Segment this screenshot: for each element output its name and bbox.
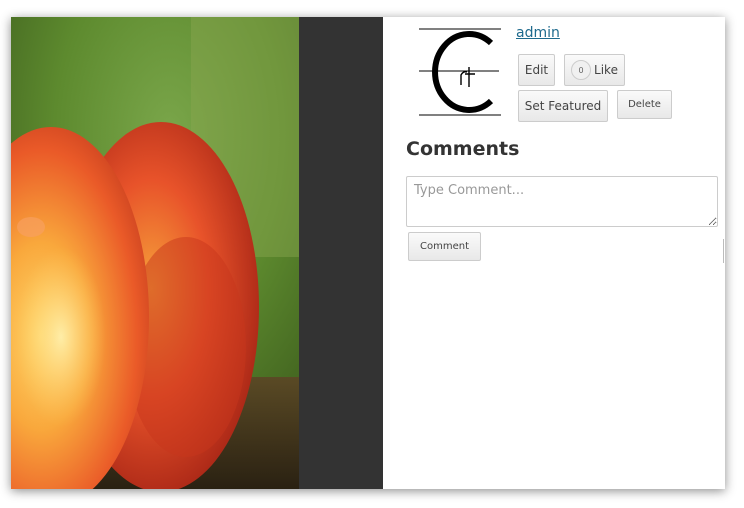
comment-submit-button[interactable]: Comment — [408, 232, 481, 261]
photo-nectarine — [11, 17, 299, 489]
like-button[interactable]: 0 Like — [564, 54, 625, 86]
edit-button[interactable]: Edit — [518, 54, 555, 86]
like-count-badge: 0 — [571, 60, 592, 80]
crt-logo-icon — [419, 28, 501, 116]
comments-heading: Comments — [406, 138, 520, 160]
details-panel: admin Edit 0 Like Set Featured Delete Co… — [383, 17, 725, 489]
avatar — [419, 27, 501, 117]
delete-button-label: Delete — [628, 99, 661, 110]
photo-side-bar — [299, 17, 383, 489]
scrollbar-edge — [723, 239, 724, 263]
like-button-label: Like — [594, 63, 618, 77]
photo-viewer-window: admin Edit 0 Like Set Featured Delete Co… — [11, 17, 725, 489]
set-featured-button-label: Set Featured — [524, 99, 602, 113]
delete-button[interactable]: Delete — [617, 90, 672, 119]
comment-submit-label: Comment — [420, 241, 469, 252]
set-featured-button[interactable]: Set Featured — [518, 90, 608, 122]
username-link[interactable]: admin — [516, 25, 560, 41]
photo-image — [11, 17, 299, 489]
edit-button-label: Edit — [524, 63, 549, 77]
comment-input[interactable] — [406, 176, 718, 227]
